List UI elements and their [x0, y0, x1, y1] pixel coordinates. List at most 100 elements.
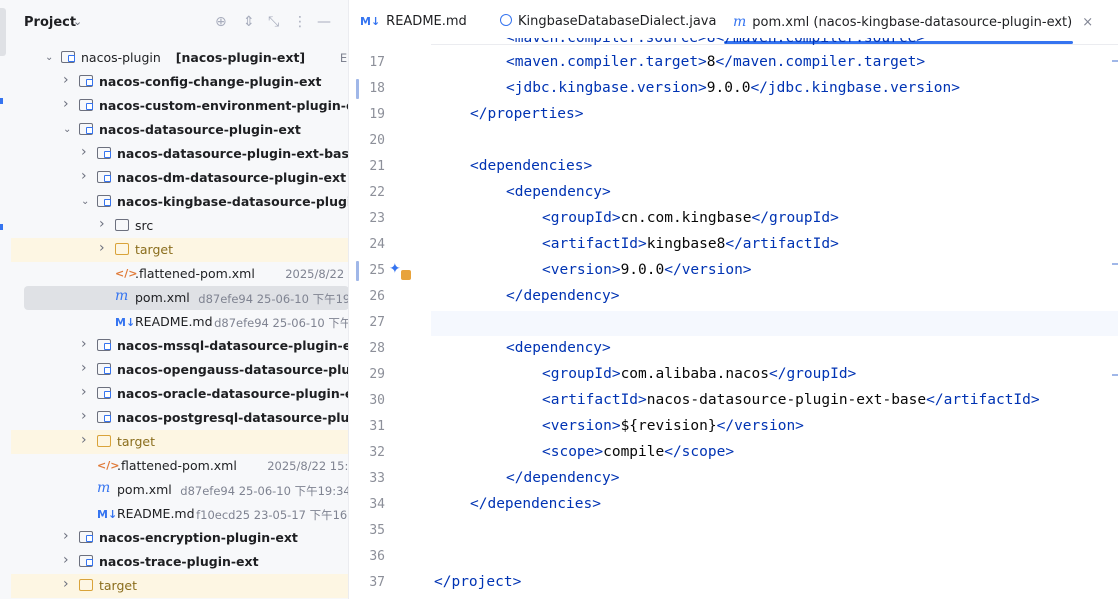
project-tool-button[interactable]	[0, 8, 6, 56]
code-line: <jdbc.kingbase.version>9.0.0</jdbc.kingb…	[506, 80, 960, 96]
chevron-right-icon[interactable]: ›	[81, 361, 91, 375]
tree-row[interactable]: › nacos-datasource-plugin-ext-base	[11, 142, 349, 166]
code-editor[interactable]: <maven.compiler.source>8</maven.compiler…	[431, 38, 1118, 599]
xml-value: cn.com.kingbase	[620, 210, 752, 226]
project-panel-title[interactable]: Project	[24, 15, 76, 30]
tree-item-meta: 2025/8/22 15:23, 1.95	[285, 267, 349, 281]
tree-row[interactable]: › src	[11, 214, 349, 238]
tree-row[interactable]: M↓ README.md f10ecd25 23-05-17 下午16:50	[11, 502, 349, 526]
module-folder-icon	[79, 555, 93, 567]
tree-row[interactable]: </>.flattened-pom.xml 2025/8/22 15:22, 1.…	[11, 454, 349, 478]
chevron-right-icon[interactable]: ›	[81, 385, 91, 399]
tree-row[interactable]: › nacos-oracle-datasource-plugin-ext	[11, 382, 349, 406]
chevron-right-icon[interactable]: ›	[63, 97, 73, 111]
line-number: 34	[369, 497, 385, 512]
tree-row[interactable]: ⌄ nacos-kingbase-datasource-plugin-ext	[11, 190, 349, 214]
tree-row[interactable]: › nacos-custom-environment-plugin-ext	[11, 94, 349, 118]
expand-icon[interactable]: ⇕	[243, 14, 255, 30]
tab-pom-xml[interactable]: m pom.xml (nacos-kingbase-datasource-plug…	[733, 14, 1093, 34]
code-line: <groupId>cn.com.kingbase</groupId>	[542, 210, 839, 226]
tree-row[interactable]: </>.flattened-pom.xml 2025/8/22 15:23, 1.…	[11, 262, 349, 286]
chevron-down-icon[interactable]: ⌄	[63, 124, 73, 136]
code-line: <version>9.0.0</version>	[542, 262, 752, 278]
tree-row[interactable]: › nacos-encryption-plugin-ext	[11, 526, 349, 550]
tree-item-label: nacos-datasource-plugin-ext-base	[117, 146, 349, 161]
line-number: 20	[369, 133, 385, 148]
tab-kingbase-dialect[interactable]: KingbaseDatabaseDialect.java	[500, 14, 716, 34]
tree-item-label: pom.xml	[117, 482, 172, 497]
tree-item-label: README.md	[135, 314, 213, 329]
tab-label: KingbaseDatabaseDialect.java	[518, 14, 717, 29]
chevron-down-icon[interactable]: ⌄	[73, 15, 82, 28]
xml-tag: <groupId>	[542, 366, 621, 382]
line-number: 30	[369, 393, 385, 408]
chevron-right-icon[interactable]: ›	[63, 529, 73, 543]
tree-row[interactable]: m pom.xml d87efe94 25-06-10 下午19:34	[24, 286, 349, 310]
tab-readme[interactable]: M↓ README.md	[360, 14, 467, 34]
code-line: <artifactId>nacos-datasource-plugin-ext-…	[542, 392, 1040, 408]
xml-tag: </version>	[716, 418, 804, 434]
dependency-update-icon[interactable]: ✦	[389, 261, 401, 277]
tree-row[interactable]: ⌄ nacos-datasource-plugin-ext	[11, 118, 349, 142]
tree-row[interactable]: M↓README.mdd87efe94 25-06-10 下午19	[11, 310, 349, 334]
xml-value: kingbase8	[646, 236, 726, 252]
tree-item-label: target	[117, 434, 156, 449]
lock-badge-icon	[401, 270, 411, 280]
tree-item-label: .flattened-pom.xml	[135, 266, 255, 281]
chevron-right-icon[interactable]: ›	[81, 169, 91, 183]
tree-row[interactable]: › nacos-mssql-datasource-plugin-ext	[11, 334, 349, 358]
tree-row[interactable]: m pom.xml d87efe94 25-06-10 下午19:34 Git	[11, 478, 349, 502]
chevron-right-icon[interactable]: ›	[63, 553, 73, 567]
tree-row[interactable]: › target	[11, 238, 349, 262]
code-line: </project>	[434, 574, 521, 590]
tree-item-meta: 2025/8/22 15:22, 1.93 kB	[267, 459, 349, 473]
module-folder-icon	[97, 411, 111, 423]
line-number-gutter[interactable]: 17 18 19 20 21 22 23 24 25 26 27 28 29 30 31 32 33 34 35 36…	[349, 44, 431, 599]
collapse-icon[interactable]: ⤡	[268, 14, 279, 30]
line-number: 26	[369, 289, 385, 304]
module-folder-icon	[97, 147, 111, 159]
xml-tag: <dependency>	[506, 184, 611, 200]
chevron-right-icon[interactable]: ›	[81, 337, 91, 351]
tree-row[interactable]: › nacos-postgresql-datasource-plugin-ext	[11, 406, 349, 430]
chevron-right-icon[interactable]: ›	[99, 241, 109, 255]
minimize-icon[interactable]: —	[317, 14, 331, 30]
xml-tag: </groupId>	[768, 366, 857, 382]
line-number: 35	[369, 523, 385, 538]
chevron-right-icon[interactable]: ›	[99, 217, 109, 231]
change-marker[interactable]	[356, 79, 359, 99]
code-line: <dependencies>	[470, 158, 592, 174]
chevron-right-icon[interactable]: ›	[81, 433, 91, 447]
tree-row[interactable]: › target	[11, 430, 349, 454]
xml-tag: </properties>	[470, 106, 584, 122]
xml-tag: <dependencies>	[470, 158, 593, 174]
xml-tag: </artifactId>	[725, 236, 839, 252]
chevron-right-icon[interactable]: ›	[81, 409, 91, 423]
line-number: 36	[369, 549, 385, 564]
line-number: 17	[369, 55, 385, 70]
xml-tag: </scope>	[664, 444, 735, 460]
chevron-right-icon[interactable]: ›	[63, 577, 73, 591]
close-icon[interactable]: ×	[1082, 15, 1093, 30]
tree-row[interactable]: ⌄nacos-plugin [nacos-plugin-ext]E:\proje…	[11, 46, 349, 70]
crosshair-icon[interactable]: ⊕	[215, 14, 227, 30]
code-line: <scope>compile</scope>	[542, 444, 734, 460]
tree-row[interactable]: › target	[11, 574, 349, 598]
tree-row[interactable]: › nacos-dm-datasource-plugin-ext	[11, 166, 349, 190]
excluded-folder-icon	[115, 243, 129, 255]
chevron-right-icon[interactable]: ›	[81, 145, 91, 159]
tree-item-label: nacos-plugin	[81, 50, 161, 65]
markdown-icon: M↓	[97, 508, 118, 521]
tree-row[interactable]: › nacos-trace-plugin-ext	[11, 550, 349, 574]
chevron-down-icon[interactable]: ⌄	[81, 196, 91, 208]
markdown-icon: M↓	[115, 316, 136, 329]
line-number: 23	[369, 211, 385, 226]
tree-row[interactable]: › nacos-config-change-plugin-ext	[11, 70, 349, 94]
chevron-down-icon[interactable]: ⌄	[45, 52, 55, 64]
change-marker[interactable]	[356, 261, 359, 281]
code-line: </dependency>	[506, 470, 620, 486]
tree-row[interactable]: › nacos-opengauss-datasource-plugin-ext	[11, 358, 349, 382]
chevron-right-icon[interactable]: ›	[63, 73, 73, 87]
options-icon[interactable]: ⋮	[293, 14, 307, 30]
markdown-icon: M↓	[360, 15, 381, 28]
